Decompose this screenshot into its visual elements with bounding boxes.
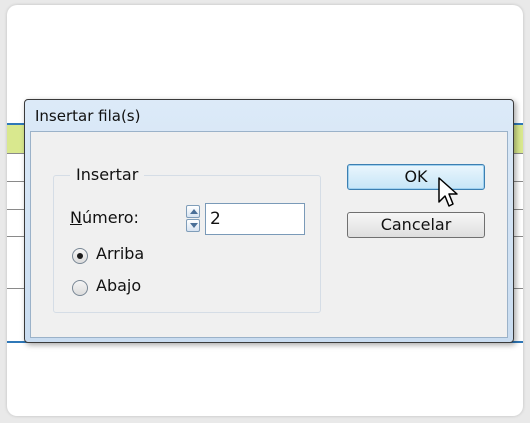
spin-up-button[interactable] (186, 205, 200, 218)
numero-label: Número: (70, 208, 139, 227)
radio-arriba[interactable] (72, 248, 88, 264)
ok-button[interactable]: OK (347, 164, 485, 190)
radio-abajo-label[interactable]: Abajo (96, 276, 141, 295)
spin-down-button[interactable] (186, 219, 200, 232)
cancel-button[interactable]: Cancelar (347, 212, 485, 238)
insert-groupbox: Insertar Número: 2 Arriba Abajo (53, 165, 321, 313)
numero-input[interactable]: 2 (205, 203, 305, 235)
dialog-client-area: Insertar Número: 2 Arriba Abajo OK Cance… (30, 131, 508, 338)
arrow-down-icon (190, 223, 198, 228)
mouse-pointer-icon (438, 177, 458, 207)
document-canvas: Insertar fila(s) Insertar Número: 2 Arri… (7, 5, 523, 416)
groupbox-title: Insertar (70, 165, 145, 184)
radio-arriba-label[interactable]: Arriba (96, 244, 144, 263)
arrow-up-icon (190, 209, 198, 214)
numero-spinner (186, 204, 202, 234)
insert-rows-dialog: Insertar fila(s) Insertar Número: 2 Arri… (24, 99, 514, 343)
numero-label-accesskey: N (70, 208, 82, 227)
dialog-title: Insertar fila(s) (35, 107, 141, 125)
radio-abajo[interactable] (72, 280, 88, 296)
numero-label-rest: úmero: (81, 208, 139, 227)
